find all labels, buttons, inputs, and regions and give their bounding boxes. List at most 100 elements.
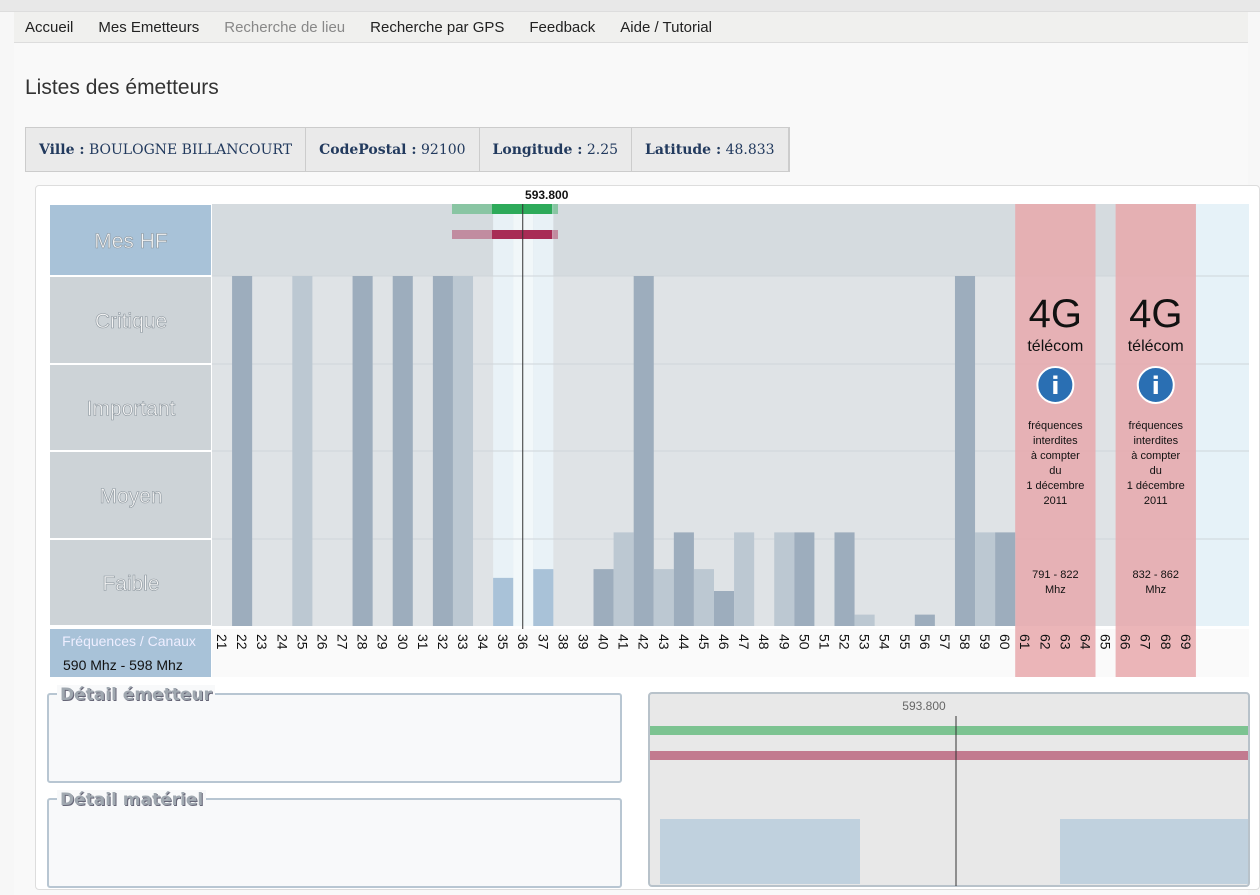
4g-band-note: fréquences: [1129, 420, 1184, 432]
channel-bar-41[interactable]: [613, 532, 634, 626]
zoom-channel-bar-left: [660, 819, 860, 884]
row-label-moyen: Moyen: [99, 485, 162, 508]
spectrum-chart[interactable]: Mes HF Critique Important Moyen Faible Fréque…: [36, 186, 1260, 891]
nav-recherche-lieu[interactable]: Recherche de lieu: [224, 19, 345, 36]
channel-bar-37[interactable]: [533, 569, 554, 626]
channel-tick-33: 33: [455, 634, 471, 650]
zoom-cursor-value: 593.800: [902, 699, 946, 713]
nav-accueil[interactable]: Accueil: [25, 19, 73, 36]
channel-tick-36: 36: [515, 634, 531, 650]
channel-tick-43: 43: [656, 634, 672, 650]
detail-emetteur-box: Détail émetteur: [47, 685, 622, 783]
4g-band-subtitle: télécom: [1128, 338, 1184, 355]
info-icon-glyph: i: [1152, 372, 1160, 400]
4g-band-note: 1 décembre: [1026, 480, 1084, 492]
info-longitude: Longitude : 2.25: [480, 128, 633, 171]
header-band: [0, 0, 1260, 12]
channel-tick-31: 31: [415, 634, 431, 650]
channel-bar-46[interactable]: [714, 591, 735, 626]
location-info-bar: Ville : BOULOGNE BILLANCOURT CodePostal …: [25, 127, 790, 172]
row-label-faible: Faible: [102, 573, 159, 596]
4g-band-note: du: [1150, 465, 1162, 477]
4g-band-range: 832 - 862: [1133, 569, 1179, 581]
info-latitude: Latitude : 48.833: [632, 128, 789, 171]
channel-bar-49[interactable]: [774, 532, 795, 626]
channel-bar-22[interactable]: [232, 276, 253, 626]
4g-band-note: à compter: [1131, 450, 1180, 462]
nav-feedback[interactable]: Feedback: [529, 19, 595, 36]
channel-bar-35[interactable]: [493, 577, 514, 626]
channel-bar-59[interactable]: [975, 532, 996, 626]
channel-bar-33[interactable]: [452, 276, 474, 626]
channel-tick-48: 48: [756, 634, 772, 650]
4g-band-unit: Mhz: [1145, 584, 1166, 596]
channel-tick-35: 35: [495, 634, 511, 650]
channel-bar-50[interactable]: [794, 532, 815, 626]
nav-aide[interactable]: Aide / Tutorial: [620, 19, 712, 36]
cursor-value-label: 593.800: [525, 188, 569, 202]
info-codepostal: CodePostal : 92100: [306, 128, 480, 171]
channel-tick-41: 41: [616, 634, 632, 650]
zoom-channel-bar-right: [1060, 819, 1248, 884]
zoom-green-bar: [650, 726, 1248, 735]
channel-tick-59: 59: [977, 634, 993, 650]
nav-mes-emetteurs[interactable]: Mes Emetteurs: [98, 19, 199, 36]
channel-tick-56: 56: [917, 634, 933, 650]
channel-tick-54: 54: [877, 634, 893, 650]
channel-tick-47: 47: [736, 634, 752, 650]
selected-channel-bg: [513, 204, 534, 626]
hf-red-bar: [492, 230, 552, 239]
channel-tick-39: 39: [575, 634, 591, 650]
channel-tick-44: 44: [676, 634, 692, 650]
channel-bar-52[interactable]: [834, 532, 855, 626]
channel-tick-53: 53: [857, 634, 873, 650]
channel-bar-47[interactable]: [734, 532, 755, 626]
channel-bar-25[interactable]: [292, 276, 313, 626]
4g-band-unit: Mhz: [1045, 584, 1066, 596]
channel-tick-55: 55: [897, 634, 913, 650]
channel-tick-34: 34: [475, 634, 491, 650]
spectrum-panel: Mes HF Critique Important Moyen Faible Fréque…: [35, 185, 1260, 890]
channel-bar-30[interactable]: [392, 276, 413, 626]
4g-band-subtitle: télécom: [1027, 338, 1083, 355]
channel-tick-60: 60: [997, 634, 1013, 650]
detail-materiel-legend: Détail matériel: [57, 790, 207, 810]
channel-tick-49: 49: [776, 634, 792, 650]
channel-bar-45[interactable]: [693, 569, 714, 626]
channel-tick-67: 67: [1138, 634, 1154, 650]
channel-tick-38: 38: [555, 634, 571, 650]
4g-band-title: 4G: [1029, 292, 1082, 336]
channel-tick-40: 40: [596, 634, 612, 650]
selected-channel-bg: [533, 204, 554, 626]
4g-band-note: 2011: [1044, 495, 1068, 507]
channel-bar-44[interactable]: [673, 532, 694, 626]
page-title: Listes des émetteurs: [25, 76, 219, 99]
4g-band-note: fréquences: [1028, 420, 1083, 432]
4g-band-title: 4G: [1129, 292, 1182, 336]
channel-bar-58[interactable]: [954, 276, 976, 626]
4g-band-range: 791 - 822: [1032, 569, 1078, 581]
channel-tick-51: 51: [816, 634, 832, 650]
channel-tick-50: 50: [796, 634, 812, 650]
nav-recherche-gps[interactable]: Recherche par GPS: [370, 19, 504, 36]
channel-tick-52: 52: [837, 634, 853, 650]
channel-bar-60[interactable]: [995, 532, 1016, 626]
channel-bar-42[interactable]: [633, 276, 654, 626]
channel-bar-40[interactable]: [593, 569, 614, 626]
channel-tick-21: 21: [214, 634, 230, 650]
channel-bar-43[interactable]: [653, 569, 674, 626]
channel-bar-32[interactable]: [432, 276, 453, 626]
4g-band-note: 2011: [1144, 495, 1168, 507]
channel-tick-66: 66: [1118, 634, 1134, 650]
channel-bar-53[interactable]: [854, 614, 875, 626]
channel-bar-56[interactable]: [914, 614, 935, 626]
channel-tick-58: 58: [957, 634, 973, 650]
detail-emetteur-legend: Détail émetteur: [57, 685, 215, 705]
channel-bar-28[interactable]: [352, 276, 373, 626]
info-ville: Ville : BOULOGNE BILLANCOURT: [26, 128, 307, 171]
channel-tick-45: 45: [696, 634, 712, 650]
channel-tick-25: 25: [294, 634, 310, 650]
selected-range-label: 590 Mhz - 598 Mhz: [63, 657, 183, 673]
channel-tick-27: 27: [335, 634, 351, 650]
channel-tick-64: 64: [1077, 634, 1093, 650]
